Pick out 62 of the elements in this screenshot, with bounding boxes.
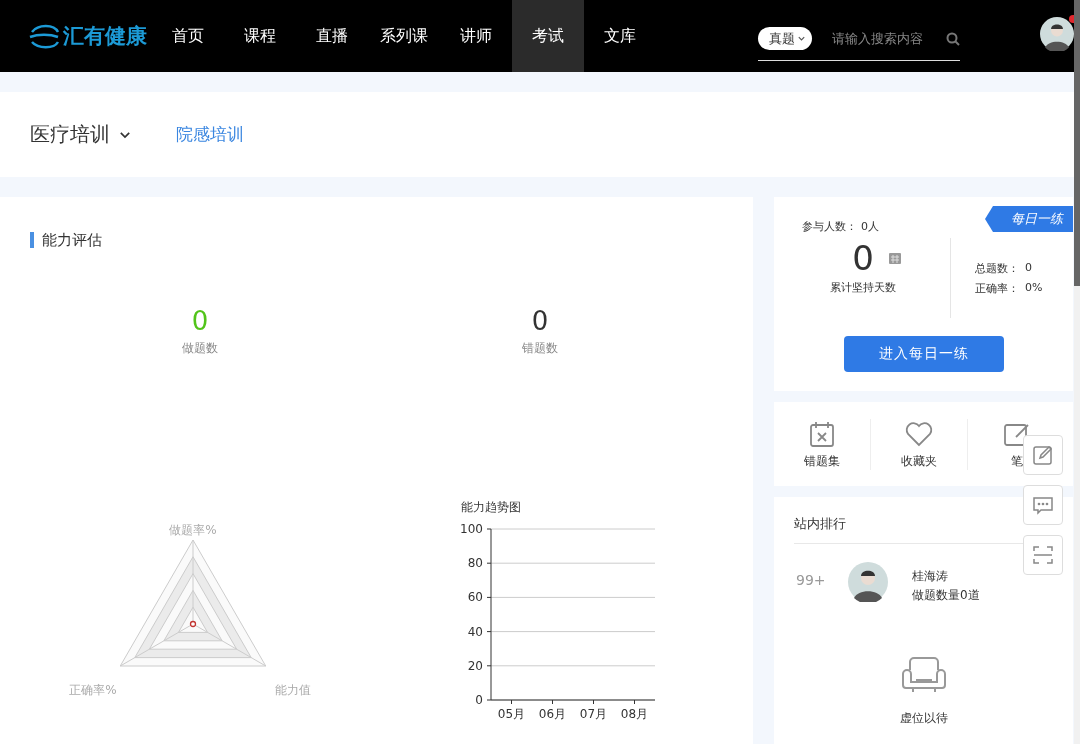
- nav-tab[interactable]: 考试: [512, 0, 584, 72]
- shortcut-label[interactable]: 收藏夹: [901, 452, 937, 470]
- accuracy-label: 正确率：: [975, 280, 1019, 296]
- y-tick-label: 60: [467, 590, 483, 605]
- participants-label: 参与人数：: [802, 219, 857, 234]
- logo-text: 汇有健康: [63, 23, 147, 50]
- section-title: 能力评估: [30, 232, 723, 248]
- stat-label: 做题数: [182, 340, 218, 357]
- participants-value: 0人: [861, 219, 879, 234]
- x-tick-label: 06月: [538, 707, 567, 721]
- user-detail: 做题数量0道: [912, 587, 980, 604]
- daily-badge: 每日一练: [985, 206, 1073, 232]
- logo-icon: [28, 23, 60, 49]
- search-field[interactable]: 请输入搜索内容: [830, 30, 940, 47]
- scan-icon: [1031, 543, 1055, 567]
- search-icon[interactable]: [946, 31, 960, 46]
- total-value: 0: [1025, 260, 1032, 276]
- line-chart: 能力趋势图 0 20 40 60 80 100 05月 06月 07月 08月: [459, 499, 669, 724]
- y-tick-label: 20: [467, 658, 483, 673]
- category-title: 医疗培训: [30, 121, 110, 148]
- days-count: 0: [852, 238, 874, 278]
- stat-value: 0: [191, 306, 209, 336]
- nav-tab[interactable]: 系列课: [368, 0, 440, 72]
- x-tick-label: 05月: [497, 707, 526, 721]
- x-tick-label: 07月: [579, 707, 608, 721]
- x-tick-label: 08月: [620, 707, 649, 721]
- radar-axis-label: 能力值: [274, 682, 312, 699]
- nav-tab[interactable]: 课程: [224, 0, 296, 72]
- chart-title: 能力趋势图: [461, 500, 521, 514]
- y-tick-label: 80: [467, 556, 483, 571]
- nav-tab[interactable]: 直播: [296, 0, 368, 72]
- y-tick-label: 0: [475, 693, 483, 707]
- user-name: 桂海涛: [912, 568, 949, 585]
- nav-tab[interactable]: 讲师: [440, 0, 512, 72]
- scope-dropdown[interactable]: 真题: [758, 27, 812, 50]
- nav-tab[interactable]: 首页: [152, 0, 224, 72]
- shortcut-label[interactable]: 笔: [1010, 452, 1023, 470]
- chevron-down-icon: [797, 34, 806, 43]
- calendar-icon: [887, 251, 902, 265]
- shortcut-label[interactable]: 错题集: [804, 452, 840, 470]
- stat-value: 0: [531, 306, 549, 336]
- y-tick-label: 40: [467, 624, 483, 639]
- total-label: 总题数：: [975, 260, 1019, 276]
- edit-icon: [1031, 443, 1055, 467]
- nav-tab[interactable]: 文库: [584, 0, 656, 72]
- rank-number: 99+: [796, 572, 824, 588]
- edit-button[interactable]: [1023, 435, 1063, 475]
- stat-label: 错题数: [522, 340, 558, 357]
- y-tick-label: 100: [460, 522, 483, 536]
- daily-practice-button[interactable]: 进入每日一练: [843, 336, 1004, 372]
- avatar: [1040, 17, 1074, 51]
- avatar: [848, 562, 888, 602]
- accuracy-value: 0%: [1025, 280, 1043, 296]
- days-label: 累计坚持天数: [830, 280, 896, 295]
- radar-data-point: [189, 620, 197, 628]
- category-link[interactable]: 院感培训: [176, 123, 244, 146]
- message-button[interactable]: [1023, 485, 1063, 525]
- scan-button[interactable]: [1023, 535, 1063, 575]
- scrollbar-thumb[interactable]: [1074, 0, 1080, 286]
- empty-label: 虚位以待: [899, 710, 948, 727]
- radar-axis-label: 正确率%: [68, 682, 118, 699]
- radar-axis-label: 做题率%: [168, 522, 218, 539]
